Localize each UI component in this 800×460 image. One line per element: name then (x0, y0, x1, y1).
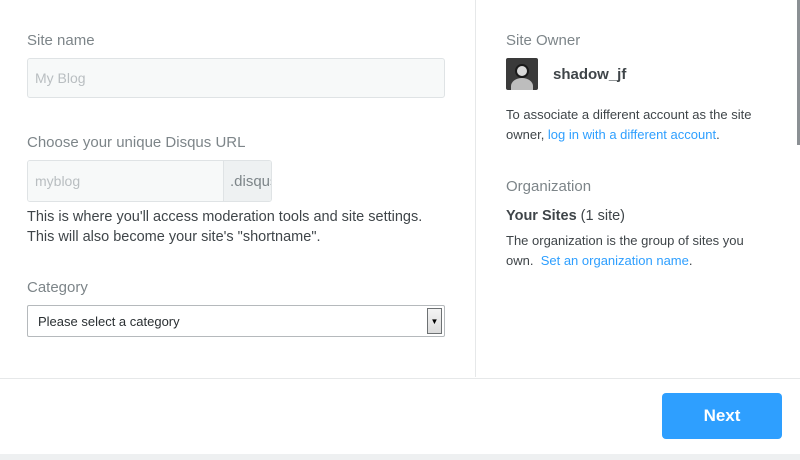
category-label: Category (27, 279, 88, 296)
set-organization-name-link[interactable]: Set an organization name (541, 253, 689, 268)
site-name-label: Site name (27, 32, 95, 49)
category-selected-value: Please select a category (38, 313, 180, 329)
shortname-input[interactable] (28, 161, 224, 201)
url-help-line-1: This is where you'll access moderation t… (27, 209, 423, 225)
url-help-text: This is where you'll access moderation t… (27, 207, 467, 247)
next-button[interactable]: Next (662, 393, 782, 439)
user-avatar-icon (506, 58, 538, 90)
owner-row: shadow_jf (506, 58, 626, 90)
url-suffix: .disqus.com (224, 161, 271, 201)
bottom-divider (0, 454, 800, 460)
chevron-down-icon[interactable]: ▼ (427, 308, 442, 334)
owner-name: shadow_jf (553, 65, 627, 83)
disqus-url-field: .disqus.com (27, 160, 272, 202)
site-form-panel: Site name Choose your unique Disqus URL … (0, 0, 476, 377)
site-owner-label: Site Owner (506, 32, 581, 49)
url-help-line-2: This will also become your site's "short… (27, 229, 321, 245)
site-count: (1 site) (580, 208, 625, 224)
site-name-input[interactable] (27, 58, 445, 98)
site-owner-panel: Site Owner shadow_jf To associate a diff… (477, 0, 800, 377)
organization-text: The organization is the group of sites y… (506, 233, 744, 268)
associate-text: To associate a different account as the … (506, 107, 752, 142)
organization-label: Organization (506, 178, 592, 195)
your-sites-heading: Your Sites (1 site) (506, 208, 625, 224)
disqus-url-label: Choose your unique Disqus URL (27, 134, 246, 151)
different-account-link[interactable]: log in with a different account (548, 127, 716, 142)
category-select[interactable]: Please select a category ▼ (27, 305, 445, 337)
